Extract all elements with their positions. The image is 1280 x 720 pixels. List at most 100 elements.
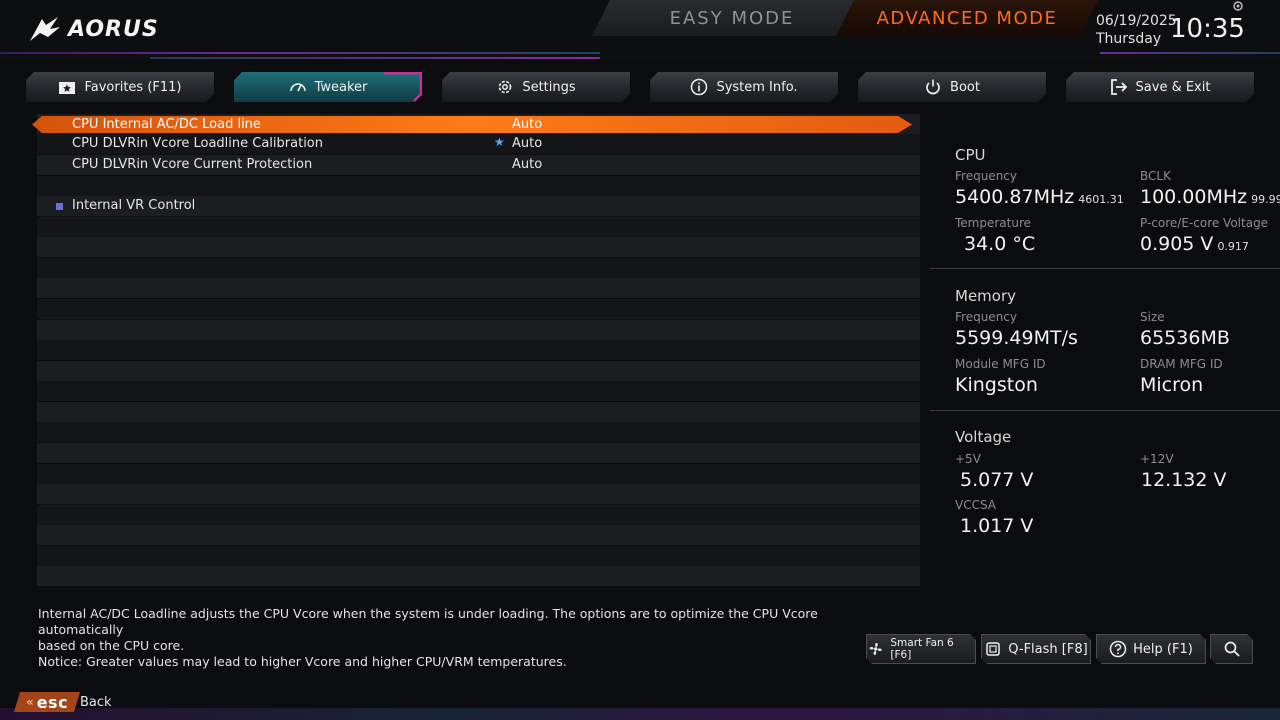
search-button[interactable] xyxy=(1210,634,1253,664)
core-voltage-main: 0.905 V xyxy=(1140,233,1214,255)
back-label[interactable]: Back xyxy=(80,695,112,710)
list-row xyxy=(37,525,920,545)
vccsa-label: VCCSA xyxy=(955,498,997,512)
setting-label: CPU DLVRin Vcore Current Protection xyxy=(72,157,313,172)
list-row xyxy=(37,237,920,257)
decor-streak xyxy=(1100,52,1280,54)
list-row xyxy=(37,320,920,340)
advanced-mode-button[interactable]: ADVANCED MODE xyxy=(836,0,1098,36)
list-row xyxy=(37,566,920,586)
cpu-frequency-label: Frequency xyxy=(955,169,1017,183)
setting-value[interactable]: Auto xyxy=(512,136,542,151)
top-bar: AORUS EASY MODE ADVANCED MODE 06/19/2025… xyxy=(0,0,1280,62)
fan-icon xyxy=(867,640,884,658)
selected-setting-value[interactable]: Auto xyxy=(512,117,542,132)
speedometer-icon xyxy=(289,78,307,96)
list-row xyxy=(37,484,920,504)
search-icon xyxy=(1223,640,1241,658)
list-row xyxy=(37,176,920,196)
power-icon xyxy=(924,78,942,96)
tab-label: Boot xyxy=(950,79,980,95)
submenu-label: Internal VR Control xyxy=(72,198,196,213)
setting-label: CPU DLVRin Vcore Loadline Calibration xyxy=(72,136,323,151)
q-flash-button[interactable]: Q-Flash [F8] xyxy=(981,634,1091,664)
cpu-temp-value: 34.0 °C xyxy=(964,233,1036,255)
settings-gear-icon[interactable] xyxy=(1232,0,1244,12)
logo-text: AORUS xyxy=(68,16,159,42)
core-voltage-sub: 0.917 xyxy=(1217,240,1249,253)
setting-row-loadline-calibration[interactable]: CPU DLVRin Vcore Loadline Calibration ★ … xyxy=(37,134,920,154)
chip-icon xyxy=(984,640,1002,658)
easy-mode-label: EASY MODE xyxy=(669,7,795,29)
list-row xyxy=(37,217,920,237)
list-row xyxy=(37,278,920,298)
info-icon xyxy=(690,78,708,96)
esc-back-button[interactable]: « esc xyxy=(14,692,80,712)
tab-settings[interactable]: Settings xyxy=(442,72,630,102)
tab-label: Save & Exit xyxy=(1135,79,1211,95)
list-row xyxy=(37,505,920,525)
decor-bottom-streak xyxy=(0,708,1280,720)
tab-favorites[interactable]: Favorites (F11) xyxy=(26,72,214,102)
help-notice: Notice: Greater values may lead to highe… xyxy=(38,654,567,669)
settings-list: CPU DLVRin Vcore Loadline Calibration ★ … xyxy=(37,114,920,590)
smart-fan-label: Smart Fan 6 [F6] xyxy=(890,637,954,661)
esc-label: esc xyxy=(36,692,69,712)
help-description: Internal AC/DC Loadline adjusts the CPU … xyxy=(38,606,838,670)
tab-system-info[interactable]: System Info. xyxy=(650,72,838,102)
memory-size-value: 65536MB xyxy=(1140,327,1230,349)
bclk-main: 100.00MHz xyxy=(1140,186,1248,208)
smart-fan-button[interactable]: Smart Fan 6 [F6] xyxy=(866,634,976,664)
panel-divider xyxy=(930,410,1280,411)
tab-label: System Info. xyxy=(716,79,798,95)
q-flash-label: Q-Flash [F8] xyxy=(1008,641,1088,657)
v5-label: +5V xyxy=(955,452,981,466)
list-row xyxy=(37,361,920,381)
list-row xyxy=(37,464,920,484)
time-display: 10:35 xyxy=(1170,14,1245,44)
help-line: Internal AC/DC Loadline adjusts the CPU … xyxy=(38,606,818,637)
list-row xyxy=(37,443,920,463)
list-row xyxy=(37,299,920,319)
voltage-section-title: Voltage xyxy=(955,428,1012,446)
tab-label: Tweaker xyxy=(314,79,368,95)
setting-value[interactable]: Auto xyxy=(512,157,542,172)
module-mfg-label: Module MFG ID xyxy=(955,357,1046,371)
submenu-row-internal-vr-control[interactable]: Internal VR Control xyxy=(37,196,920,216)
list-row xyxy=(37,340,920,360)
easy-mode-button[interactable]: EASY MODE xyxy=(592,0,854,36)
bclk-label: BCLK xyxy=(1140,169,1171,183)
list-row xyxy=(37,546,920,566)
tab-tweaker[interactable]: Tweaker xyxy=(234,72,422,102)
panel-divider xyxy=(930,268,1280,269)
list-row xyxy=(37,258,920,278)
bclk-value: 100.00MHz 99.99 xyxy=(1140,186,1280,208)
dram-mfg-value: Micron xyxy=(1140,374,1204,396)
tab-label: Settings xyxy=(522,79,576,95)
tab-boot[interactable]: Boot xyxy=(858,72,1046,102)
memory-size-label: Size xyxy=(1140,310,1165,324)
gear-icon xyxy=(496,78,514,96)
list-row xyxy=(37,381,920,401)
tab-label: Favorites (F11) xyxy=(84,79,182,95)
day-display: Thursday xyxy=(1096,31,1162,47)
advanced-mode-label: ADVANCED MODE xyxy=(876,7,1058,29)
setting-row-current-protection[interactable]: CPU DLVRin Vcore Current Protection Auto xyxy=(37,155,920,175)
memory-frequency-label: Frequency xyxy=(955,310,1017,324)
cpu-section-title: CPU xyxy=(955,146,986,164)
core-voltage-label: P-core/E-core Voltage xyxy=(1140,216,1269,230)
decor-streak xyxy=(0,52,600,54)
tab-save-exit[interactable]: Save & Exit xyxy=(1066,72,1254,102)
v12-label: +12V xyxy=(1140,452,1174,466)
bclk-sub: 99.99 xyxy=(1251,193,1280,206)
help-button[interactable]: Help (F1) xyxy=(1096,634,1206,664)
exit-icon xyxy=(1110,78,1128,96)
core-voltage-value: 0.905 V 0.917 xyxy=(1140,233,1249,255)
favorite-star-icon[interactable]: ★ xyxy=(494,135,505,149)
v5-value: 5.077 V xyxy=(960,469,1034,491)
cpu-temp-label: Temperature xyxy=(955,216,1032,230)
selected-setting-label: CPU Internal AC/DC Load line xyxy=(72,117,261,132)
cpu-frequency-value: 5400.87MHz 4601.31 xyxy=(955,186,1124,208)
date-display: 06/19/2025 xyxy=(1096,13,1177,29)
help-icon xyxy=(1109,640,1127,658)
